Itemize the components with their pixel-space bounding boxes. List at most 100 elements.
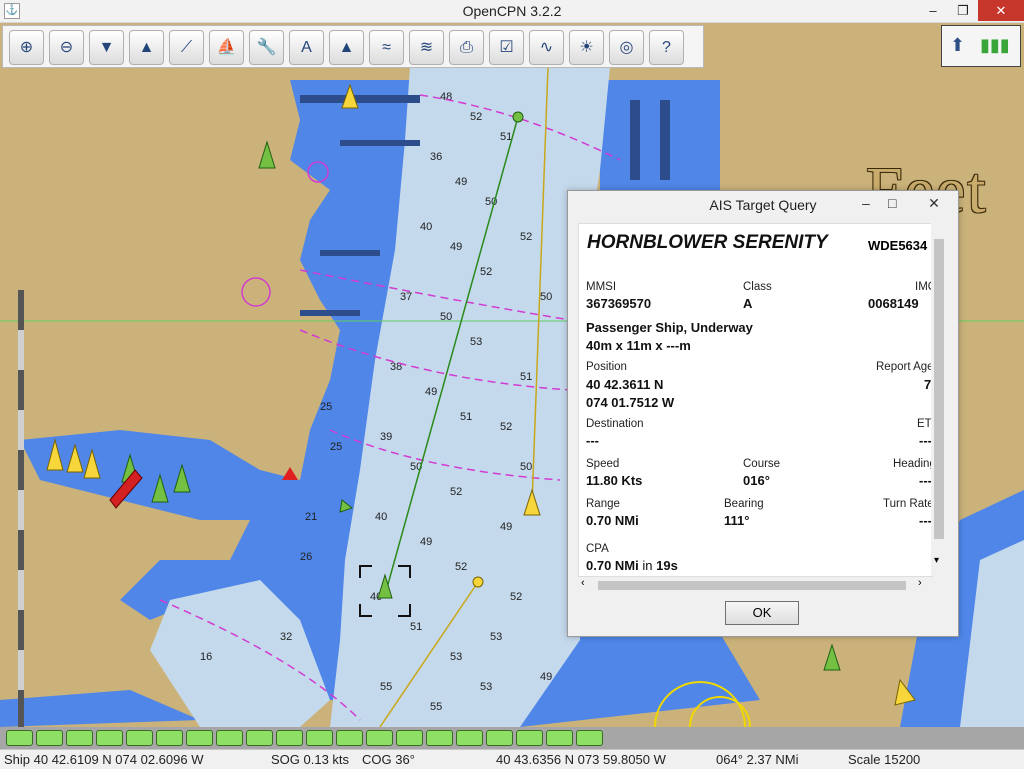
chart-piano-key[interactable] <box>36 730 63 746</box>
range-value: 0.70 NMi <box>586 513 639 528</box>
svg-text:50: 50 <box>540 291 552 303</box>
scroll-down-arrow-icon[interactable]: ▾ <box>934 555 939 566</box>
vertical-scroll-thumb[interactable] <box>934 239 944 539</box>
chart-piano-key[interactable] <box>276 730 303 746</box>
status-cog: COG 36° <box>362 752 415 767</box>
ais-icon[interactable]: ▲ <box>329 30 364 65</box>
course-label: Course <box>743 458 781 470</box>
chart-piano-key[interactable] <box>126 730 153 746</box>
chart-piano-key[interactable] <box>426 730 453 746</box>
cpa-value: 0.70 NMi in 19s <box>586 558 678 573</box>
chart-piano-key[interactable] <box>516 730 543 746</box>
close-button[interactable]: ✕ <box>978 0 1024 21</box>
chart-piano-key[interactable] <box>576 730 603 746</box>
chart-piano-key[interactable] <box>96 730 123 746</box>
chart-piano-key[interactable] <box>6 730 33 746</box>
svg-text:52: 52 <box>510 591 522 603</box>
chart-piano-key[interactable] <box>186 730 213 746</box>
svg-text:51: 51 <box>520 371 532 383</box>
speed-label: Speed <box>586 458 620 470</box>
follow-ship-icon[interactable]: ⛵ <box>209 30 244 65</box>
svg-text:53: 53 <box>490 631 502 643</box>
route-manager-icon[interactable]: ☑ <box>489 30 524 65</box>
svg-text:48: 48 <box>440 91 452 103</box>
current-icon[interactable]: ≈ <box>369 30 404 65</box>
chart-piano-key[interactable] <box>66 730 93 746</box>
svg-text:52: 52 <box>450 486 462 498</box>
maximize-button[interactable]: ❐ <box>948 0 978 21</box>
mob-icon[interactable]: ◎ <box>609 30 644 65</box>
cpa-in-text: in <box>642 558 653 573</box>
chart-piano-key[interactable] <box>456 730 483 746</box>
ais-predictor-yellow-2 <box>472 576 484 588</box>
bearing-label: Bearing <box>724 498 764 510</box>
ship-name: HORNBLOWER SERENITY <box>587 232 828 253</box>
position-label: Position <box>586 361 627 373</box>
chart-piano-key[interactable] <box>216 730 243 746</box>
svg-text:53: 53 <box>470 336 482 348</box>
scroll-left-arrow-icon[interactable]: ‹ <box>581 577 585 589</box>
dialog-minimize-button[interactable]: – <box>862 191 870 215</box>
print-icon[interactable]: ⎙ <box>449 30 484 65</box>
svg-text:49: 49 <box>500 521 512 533</box>
svg-text:49: 49 <box>425 386 437 398</box>
chart-piano-key[interactable] <box>246 730 273 746</box>
turn-rate-label: Turn Rate <box>883 498 933 510</box>
zoom-in-icon[interactable]: ⊕ <box>9 30 44 65</box>
destination-label: Destination <box>586 418 644 430</box>
ok-button[interactable]: OK <box>725 601 799 625</box>
vertical-scrollbar[interactable]: ▾ <box>931 223 947 575</box>
course-value: 016° <box>743 473 770 488</box>
status-bearing-distance: 064° 2.37 NMi <box>716 752 799 767</box>
route-icon[interactable]: ⟋ <box>169 30 204 65</box>
chart-piano-key[interactable] <box>366 730 393 746</box>
cpa-time: 19s <box>656 558 678 573</box>
cpa-label: CPA <box>586 543 609 555</box>
scale-up-icon[interactable]: ▲ <box>129 30 164 65</box>
svg-text:51: 51 <box>500 131 512 143</box>
speed-value: 11.80 Kts <box>586 473 643 488</box>
scale-down-icon[interactable]: ▼ <box>89 30 124 65</box>
dialog-close-button[interactable]: ✕ <box>914 191 954 215</box>
options-wrench-icon[interactable]: 🔧 <box>249 30 284 65</box>
mmsi-label: MMSI <box>586 281 617 293</box>
ais-target-query-dialog: AIS Target Query – □ ✕ HORNBLOWER SERENI… <box>567 190 959 637</box>
minimize-button[interactable]: – <box>918 0 948 21</box>
scroll-right-arrow-icon[interactable]: › <box>918 577 922 589</box>
svg-text:53: 53 <box>480 681 492 693</box>
ship-type-status: Passenger Ship, Underway <box>586 320 753 335</box>
horizontal-scrollbar[interactable]: ‹ › <box>578 577 931 593</box>
north-compass-icon[interactable]: ⬆ <box>950 32 965 58</box>
help-icon[interactable]: ? <box>649 30 684 65</box>
svg-text:52: 52 <box>480 266 492 278</box>
svg-text:51: 51 <box>460 411 472 423</box>
mmsi-value: 367369570 <box>586 296 652 311</box>
chart-scale-bar <box>18 290 24 727</box>
imo-value: 0068149 <box>868 296 919 311</box>
track-icon[interactable]: ∿ <box>529 30 564 65</box>
dialog-maximize-button[interactable]: □ <box>888 191 896 215</box>
gps-signal-icon[interactable]: ▮▮▮ <box>980 32 1010 58</box>
chart-piano-key[interactable] <box>336 730 363 746</box>
chart-piano-key[interactable] <box>546 730 573 746</box>
horizontal-scroll-thumb[interactable] <box>598 581 906 590</box>
text-icon[interactable]: A <box>289 30 324 65</box>
tide-icon[interactable]: ≋ <box>409 30 444 65</box>
chart-piano-key[interactable] <box>306 730 333 746</box>
svg-text:40: 40 <box>375 511 387 523</box>
call-sign: WDE5634 <box>868 238 928 253</box>
chart-piano-key[interactable] <box>396 730 423 746</box>
chart-piano-key[interactable] <box>486 730 513 746</box>
position-lon: 074 01.7512 W <box>586 395 675 410</box>
svg-text:55: 55 <box>430 701 442 713</box>
status-sog: SOG 0.13 kts <box>271 752 350 767</box>
svg-text:49: 49 <box>450 241 462 253</box>
class-value: A <box>743 296 753 311</box>
zoom-out-icon[interactable]: ⊖ <box>49 30 84 65</box>
svg-text:16: 16 <box>200 651 212 663</box>
svg-text:49: 49 <box>420 536 432 548</box>
svg-text:50: 50 <box>520 461 532 473</box>
color-scheme-icon[interactable]: ☀ <box>569 30 604 65</box>
svg-text:52: 52 <box>455 561 467 573</box>
chart-piano-key[interactable] <box>156 730 183 746</box>
